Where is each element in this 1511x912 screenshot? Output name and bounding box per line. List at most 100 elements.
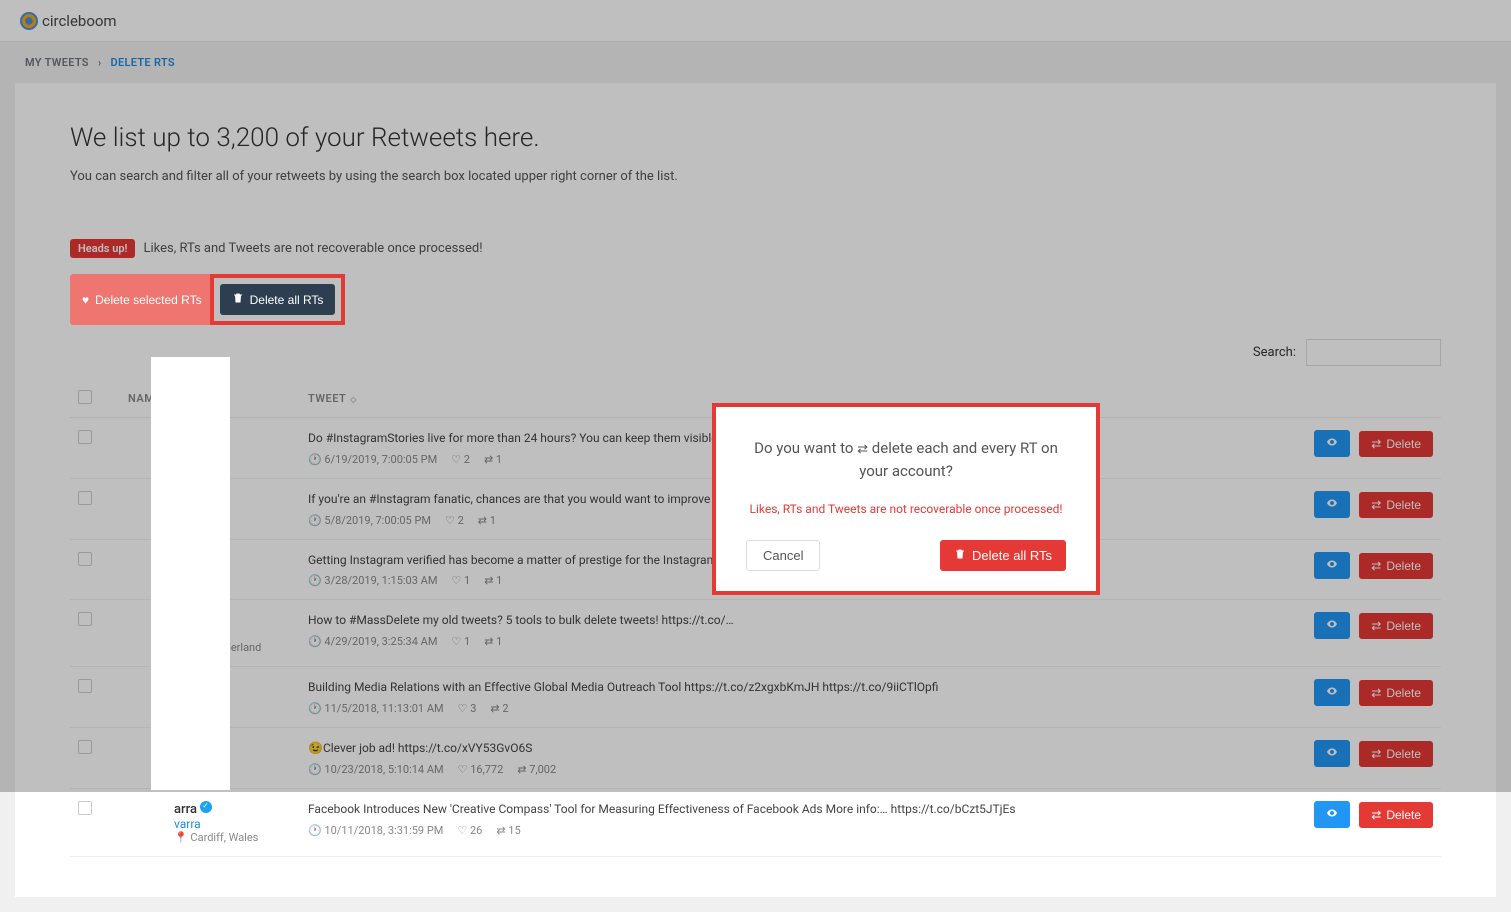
select-all-checkbox[interactable] (78, 390, 92, 404)
row-checkbox[interactable] (78, 430, 92, 444)
eye-icon (1326, 618, 1338, 630)
breadcrumb-level1[interactable]: MY TWEETS (25, 56, 89, 69)
tweet-text: Facebook Introduces New 'Creative Compas… (308, 801, 1293, 818)
delete-selected-button[interactable]: ♥ Delete selected RTs (70, 274, 214, 325)
page-title: We list up to 3,200 of your Retweets her… (70, 123, 1441, 153)
clock-icon: 🕐 4/29/2019, 3:25:34 AM (308, 635, 437, 648)
retweets-count: ⇄ 7,002 (517, 763, 556, 776)
brand-name: circleboom (42, 12, 117, 30)
retweets-count: ⇄ 1 (484, 453, 502, 466)
confirm-modal: Do you want to ⇄ delete each and every R… (716, 407, 1096, 591)
tweet-meta: 🕐 11/5/2018, 11:13:01 AM ♡ 3 ⇄ 2 (308, 702, 1293, 715)
brand-logo[interactable]: circleboom (20, 12, 117, 30)
sort-icon: ◇ (350, 395, 357, 404)
likes-count: ♡ 1 (451, 574, 470, 587)
trash-icon (232, 292, 244, 307)
user-handle[interactable]: varra (174, 817, 258, 831)
delete-button[interactable]: ⇄ Delete (1359, 553, 1433, 579)
breadcrumb-level2[interactable]: DELETE RTS (111, 56, 175, 69)
cancel-button[interactable]: Cancel (746, 540, 820, 571)
row-checkbox[interactable] (78, 552, 92, 566)
logo-icon (20, 12, 38, 30)
delete-label: Delete (1386, 619, 1421, 633)
search-input[interactable] (1306, 339, 1441, 366)
retweets-count: ⇄ 1 (484, 574, 502, 587)
retweets-count: ⇄ 15 (496, 824, 520, 837)
tweet-text: How to #MassDelete my old tweets? 5 tool… (308, 612, 1293, 629)
retweet-icon: ⇄ (1371, 559, 1381, 573)
clock-icon: 🕐 5/8/2019, 7:00:05 PM (308, 514, 431, 527)
modal-warning: Likes, RTs and Tweets are not recoverabl… (746, 502, 1066, 516)
likes-count: ♡ 16,772 (458, 763, 504, 776)
breadcrumb: MY TWEETS › DELETE RTS (0, 42, 1511, 83)
row-checkbox[interactable] (78, 491, 92, 505)
delete-button[interactable]: ⇄ Delete (1359, 741, 1433, 767)
clock-icon: 🕐 10/23/2018, 5:10:14 AM (308, 763, 444, 776)
delete-label: Delete (1386, 808, 1421, 822)
table-row: arra varra 📍 Cardiff, Wales Facebook Int… (70, 788, 1441, 856)
delete-button[interactable]: ⇄ Delete (1359, 613, 1433, 639)
page-subtitle: You can search and filter all of your re… (70, 169, 1441, 184)
delete-all-label: Delete all RTs (250, 293, 324, 307)
row-checkbox[interactable] (78, 612, 92, 626)
modal-actions: Cancel Delete all RTs (746, 540, 1066, 571)
action-button-row: ♥ Delete selected RTs Delete all RTs (70, 274, 1441, 325)
trash-icon (954, 548, 966, 563)
heads-up-row: Heads up! Likes, RTs and Tweets are not … (70, 239, 1441, 258)
retweet-icon: ⇄ (1371, 498, 1381, 512)
table-row: a 📍 MA 😉Clever job ad! https://t.co/xVY5… (70, 728, 1441, 789)
delete-button[interactable]: ⇄ Delete (1359, 802, 1433, 828)
likes-count: ♡ 26 (457, 824, 482, 837)
tweet-meta: 🕐 4/29/2019, 3:25:34 AM ♡ 1 ⇄ 1 (308, 635, 1293, 648)
delete-label: Delete (1386, 686, 1421, 700)
view-button[interactable] (1314, 430, 1350, 457)
delete-button[interactable]: ⇄ Delete (1359, 431, 1433, 457)
search-row: Search: (70, 339, 1441, 366)
heads-up-badge: Heads up! (70, 239, 135, 258)
eye-icon (1326, 497, 1338, 509)
view-button[interactable] (1314, 612, 1350, 639)
eye-icon (1326, 558, 1338, 570)
clock-icon: 🕐 6/19/2019, 7:00:05 PM (308, 453, 437, 466)
user-name: arra (174, 801, 258, 817)
highlight-delete-all: Delete all RTs (210, 274, 346, 325)
delete-label: Delete (1386, 559, 1421, 573)
user-location: 📍 Cardiff, Wales (174, 831, 258, 844)
view-button[interactable] (1314, 679, 1350, 706)
eye-icon (1326, 685, 1338, 697)
delete-label: Delete (1386, 747, 1421, 761)
search-label: Search: (1253, 345, 1296, 360)
delete-label: Delete (1386, 498, 1421, 512)
delete-button[interactable]: ⇄ Delete (1359, 680, 1433, 706)
table-row: orenz OnStage 📍 am, Nederland How to #Ma… (70, 600, 1441, 667)
confirm-delete-all-button[interactable]: Delete all RTs (940, 540, 1066, 571)
confirm-label: Delete all RTs (972, 548, 1052, 563)
row-checkbox[interactable] (78, 679, 92, 693)
likes-count: ♡ 3 (458, 702, 477, 715)
delete-selected-label: Delete selected RTs (95, 293, 202, 307)
retweets-count: ⇄ 1 (484, 635, 502, 648)
heart-icon: ♥ (82, 293, 89, 307)
view-button[interactable] (1314, 491, 1350, 518)
retweet-icon: ⇄ (1371, 686, 1381, 700)
redaction-block (151, 357, 230, 790)
row-checkbox[interactable] (78, 801, 92, 815)
clock-icon: 🕐 11/5/2018, 11:13:01 AM (308, 702, 444, 715)
delete-button[interactable]: ⇄ Delete (1359, 492, 1433, 518)
row-checkbox[interactable] (78, 740, 92, 754)
delete-all-button[interactable]: Delete all RTs (220, 284, 336, 315)
view-button[interactable] (1314, 552, 1350, 579)
verified-icon (200, 801, 212, 813)
view-button[interactable] (1314, 801, 1350, 828)
retweet-icon: ⇄ (1371, 747, 1381, 761)
tweet-meta: 🕐 10/11/2018, 3:31:59 PM ♡ 26 ⇄ 15 (308, 824, 1293, 837)
app-header: circleboom (0, 0, 1511, 42)
eye-icon (1326, 807, 1338, 819)
eye-icon (1326, 436, 1338, 448)
tweet-meta: 🕐 10/23/2018, 5:10:14 AM ♡ 16,772 ⇄ 7,00… (308, 763, 1293, 776)
tweet-text: 😉Clever job ad! https://t.co/xVY53GvO6S (308, 740, 1293, 757)
clock-icon: 🕐 10/11/2018, 3:31:59 PM (308, 824, 443, 837)
likes-count: ♡ 2 (445, 514, 464, 527)
modal-title: Do you want to ⇄ delete each and every R… (746, 437, 1066, 482)
view-button[interactable] (1314, 740, 1350, 767)
